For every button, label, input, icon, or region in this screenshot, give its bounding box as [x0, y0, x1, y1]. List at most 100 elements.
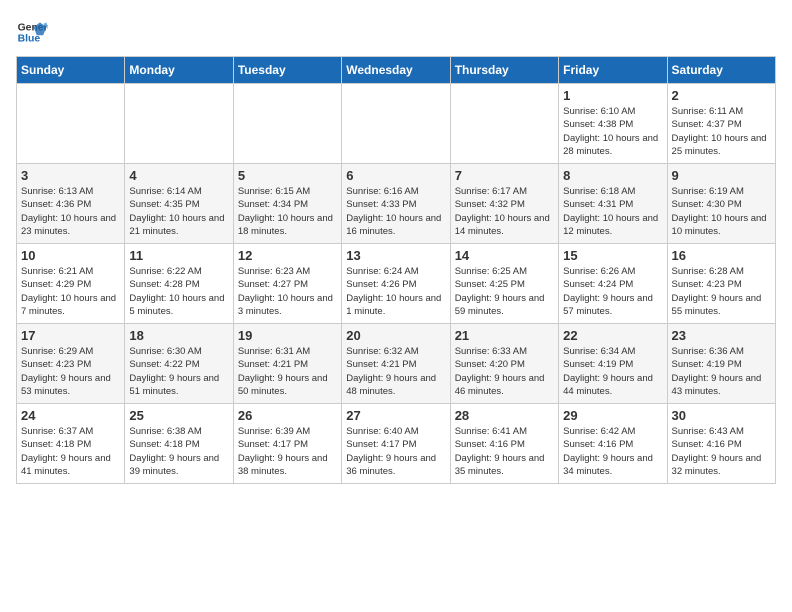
day-cell: 14 Sunrise: 6:25 AM Sunset: 4:25 PM Dayli… — [450, 244, 558, 324]
day-number: 23 — [672, 328, 771, 343]
day-cell: 4Sunrise: 6:14 AM Sunset: 4:35 PM Daylig… — [125, 164, 233, 244]
header-monday: Monday — [125, 57, 233, 84]
day-cell: 5Sunrise: 6:15 AM Sunset: 4:34 PM Daylig… — [233, 164, 341, 244]
day-cell: 22 Sunrise: 6:34 AM Sunset: 4:19 PM Dayli… — [559, 324, 667, 404]
day-info: Sunrise: 6:38 AM Sunset: 4:18 PM Dayligh… — [129, 425, 228, 478]
logo: General Blue — [16, 16, 48, 48]
day-number: 13 — [346, 248, 445, 263]
day-info: Sunrise: 6:10 AM Sunset: 4:38 PM Dayligh… — [563, 105, 662, 158]
header-tuesday: Tuesday — [233, 57, 341, 84]
day-info: Sunrise: 6:25 AM Sunset: 4:25 PM Dayligh… — [455, 265, 554, 318]
day-cell: 30 Sunrise: 6:43 AM Sunset: 4:16 PM Dayli… — [667, 404, 775, 484]
day-info: Sunrise: 6:31 AM Sunset: 4:21 PM Dayligh… — [238, 345, 337, 398]
day-number: 15 — [563, 248, 662, 263]
day-cell — [450, 84, 558, 164]
header-saturday: Saturday — [667, 57, 775, 84]
day-info: Sunrise: 6:29 AM Sunset: 4:23 PM Dayligh… — [21, 345, 120, 398]
day-number: 30 — [672, 408, 771, 423]
day-cell: 15 Sunrise: 6:26 AM Sunset: 4:24 PM Dayli… — [559, 244, 667, 324]
day-number: 17 — [21, 328, 120, 343]
day-info: Sunrise: 6:19 AM Sunset: 4:30 PM Dayligh… — [672, 185, 771, 238]
day-cell: 12 Sunrise: 6:23 AM Sunset: 4:27 PM Dayli… — [233, 244, 341, 324]
day-info: Sunrise: 6:33 AM Sunset: 4:20 PM Dayligh… — [455, 345, 554, 398]
day-cell: 2 Sunrise: 6:11 AM Sunset: 4:37 PM Daylig… — [667, 84, 775, 164]
day-cell: 18 Sunrise: 6:30 AM Sunset: 4:22 PM Dayli… — [125, 324, 233, 404]
day-cell: 1 Sunrise: 6:10 AM Sunset: 4:38 PM Daylig… — [559, 84, 667, 164]
day-cell: 27 Sunrise: 6:40 AM Sunset: 4:17 PM Dayli… — [342, 404, 450, 484]
day-number: 25 — [129, 408, 228, 423]
day-cell: 16 Sunrise: 6:28 AM Sunset: 4:23 PM Dayli… — [667, 244, 775, 324]
calendar-header-row: SundayMondayTuesdayWednesdayThursdayFrid… — [17, 57, 776, 84]
day-cell: 10 Sunrise: 6:21 AM Sunset: 4:29 PM Dayli… — [17, 244, 125, 324]
week-row-1: 1 Sunrise: 6:10 AM Sunset: 4:38 PM Daylig… — [17, 84, 776, 164]
day-info: Sunrise: 6:15 AM Sunset: 4:34 PM Dayligh… — [238, 185, 337, 238]
day-number: 24 — [21, 408, 120, 423]
day-number: 20 — [346, 328, 445, 343]
day-info: Sunrise: 6:21 AM Sunset: 4:29 PM Dayligh… — [21, 265, 120, 318]
day-cell — [125, 84, 233, 164]
day-info: Sunrise: 6:26 AM Sunset: 4:24 PM Dayligh… — [563, 265, 662, 318]
day-cell: 3 Sunrise: 6:13 AM Sunset: 4:36 PM Daylig… — [17, 164, 125, 244]
day-cell: 25 Sunrise: 6:38 AM Sunset: 4:18 PM Dayli… — [125, 404, 233, 484]
day-info: Sunrise: 6:41 AM Sunset: 4:16 PM Dayligh… — [455, 425, 554, 478]
day-cell: 13 Sunrise: 6:24 AM Sunset: 4:26 PM Dayli… — [342, 244, 450, 324]
day-info: Sunrise: 6:34 AM Sunset: 4:19 PM Dayligh… — [563, 345, 662, 398]
calendar-table: SundayMondayTuesdayWednesdayThursdayFrid… — [16, 56, 776, 484]
day-cell: 9Sunrise: 6:19 AM Sunset: 4:30 PM Daylig… — [667, 164, 775, 244]
day-info: Sunrise: 6:22 AM Sunset: 4:28 PM Dayligh… — [129, 265, 228, 318]
day-info: Sunrise: 6:24 AM Sunset: 4:26 PM Dayligh… — [346, 265, 445, 318]
day-cell — [233, 84, 341, 164]
day-info: Sunrise: 6:39 AM Sunset: 4:17 PM Dayligh… — [238, 425, 337, 478]
week-row-2: 3 Sunrise: 6:13 AM Sunset: 4:36 PM Daylig… — [17, 164, 776, 244]
day-cell: 19Sunrise: 6:31 AM Sunset: 4:21 PM Dayli… — [233, 324, 341, 404]
day-info: Sunrise: 6:16 AM Sunset: 4:33 PM Dayligh… — [346, 185, 445, 238]
day-number: 28 — [455, 408, 554, 423]
day-info: Sunrise: 6:11 AM Sunset: 4:37 PM Dayligh… — [672, 105, 771, 158]
day-info: Sunrise: 6:14 AM Sunset: 4:35 PM Dayligh… — [129, 185, 228, 238]
day-cell: 17 Sunrise: 6:29 AM Sunset: 4:23 PM Dayli… — [17, 324, 125, 404]
day-number: 18 — [129, 328, 228, 343]
day-cell: 23 Sunrise: 6:36 AM Sunset: 4:19 PM Dayli… — [667, 324, 775, 404]
day-info: Sunrise: 6:40 AM Sunset: 4:17 PM Dayligh… — [346, 425, 445, 478]
header-sunday: Sunday — [17, 57, 125, 84]
day-cell: 26 Sunrise: 6:39 AM Sunset: 4:17 PM Dayli… — [233, 404, 341, 484]
day-number: 26 — [238, 408, 337, 423]
day-number: 27 — [346, 408, 445, 423]
day-cell: 24Sunrise: 6:37 AM Sunset: 4:18 PM Dayli… — [17, 404, 125, 484]
day-number: 1 — [563, 88, 662, 103]
day-number: 29 — [563, 408, 662, 423]
day-cell: 21 Sunrise: 6:33 AM Sunset: 4:20 PM Dayli… — [450, 324, 558, 404]
day-number: 8 — [563, 168, 662, 183]
day-info: Sunrise: 6:28 AM Sunset: 4:23 PM Dayligh… — [672, 265, 771, 318]
day-info: Sunrise: 6:13 AM Sunset: 4:36 PM Dayligh… — [21, 185, 120, 238]
day-info: Sunrise: 6:18 AM Sunset: 4:31 PM Dayligh… — [563, 185, 662, 238]
day-info: Sunrise: 6:23 AM Sunset: 4:27 PM Dayligh… — [238, 265, 337, 318]
day-number: 6 — [346, 168, 445, 183]
day-info: Sunrise: 6:17 AM Sunset: 4:32 PM Dayligh… — [455, 185, 554, 238]
day-number: 11 — [129, 248, 228, 263]
day-number: 22 — [563, 328, 662, 343]
day-info: Sunrise: 6:42 AM Sunset: 4:16 PM Dayligh… — [563, 425, 662, 478]
day-cell: 7 Sunrise: 6:17 AM Sunset: 4:32 PM Daylig… — [450, 164, 558, 244]
day-number: 2 — [672, 88, 771, 103]
day-cell: 6 Sunrise: 6:16 AM Sunset: 4:33 PM Daylig… — [342, 164, 450, 244]
week-row-5: 24Sunrise: 6:37 AM Sunset: 4:18 PM Dayli… — [17, 404, 776, 484]
day-info: Sunrise: 6:30 AM Sunset: 4:22 PM Dayligh… — [129, 345, 228, 398]
day-number: 7 — [455, 168, 554, 183]
day-cell: 20Sunrise: 6:32 AM Sunset: 4:21 PM Dayli… — [342, 324, 450, 404]
day-info: Sunrise: 6:43 AM Sunset: 4:16 PM Dayligh… — [672, 425, 771, 478]
day-number: 14 — [455, 248, 554, 263]
day-cell — [17, 84, 125, 164]
page-header: General Blue — [16, 16, 776, 48]
day-number: 21 — [455, 328, 554, 343]
day-cell: 11 Sunrise: 6:22 AM Sunset: 4:28 PM Dayli… — [125, 244, 233, 324]
header-thursday: Thursday — [450, 57, 558, 84]
day-number: 16 — [672, 248, 771, 263]
header-wednesday: Wednesday — [342, 57, 450, 84]
week-row-3: 10 Sunrise: 6:21 AM Sunset: 4:29 PM Dayli… — [17, 244, 776, 324]
day-number: 3 — [21, 168, 120, 183]
day-number: 12 — [238, 248, 337, 263]
day-number: 10 — [21, 248, 120, 263]
day-info: Sunrise: 6:36 AM Sunset: 4:19 PM Dayligh… — [672, 345, 771, 398]
day-cell — [342, 84, 450, 164]
